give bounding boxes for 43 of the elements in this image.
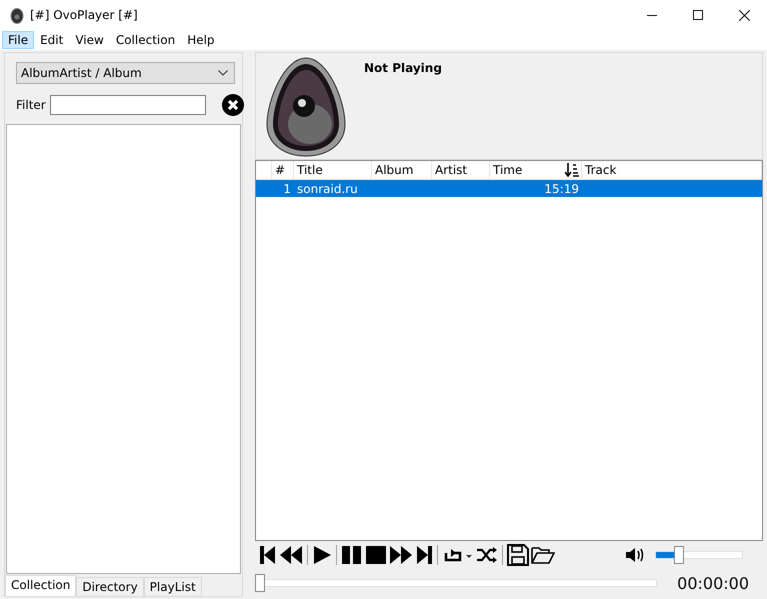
volume-slider[interactable] [655, 546, 743, 564]
now-playing-text: Not Playing [364, 61, 442, 75]
clear-icon[interactable] [222, 94, 244, 116]
track-time: 15:19 [544, 182, 579, 196]
menu-item[interactable]: File [2, 31, 34, 49]
rewind-icon[interactable] [279, 545, 303, 565]
filter-field[interactable] [50, 95, 206, 115]
sort-icon[interactable] [565, 163, 579, 177]
menu-item[interactable]: View [69, 31, 110, 49]
column-header[interactable]: Time [493, 163, 522, 177]
folder-icon[interactable] [531, 545, 555, 565]
filter-label: Filter [16, 98, 46, 112]
pause-icon[interactable] [341, 545, 363, 565]
playlist-row[interactable]: 1 sonraid.ru 15:19 [256, 180, 762, 197]
fast-forward-icon[interactable] [389, 545, 413, 565]
caret-icon [218, 70, 228, 76]
shuffle-icon[interactable] [476, 545, 498, 565]
close-icon [738, 10, 750, 20]
skip-forward-icon[interactable] [415, 545, 433, 565]
seek-slider[interactable] [255, 574, 658, 592]
tab[interactable]: Collection [5, 575, 76, 596]
play-icon[interactable] [312, 545, 332, 565]
tab[interactable]: Directory [76, 577, 144, 596]
grouping-dropdown[interactable]: AlbumArtist / Album [16, 62, 235, 84]
speaker-icon[interactable] [625, 546, 645, 564]
column-header[interactable]: Album [375, 163, 414, 177]
column-header[interactable]: Track [585, 163, 616, 177]
tab[interactable]: PlayList [144, 577, 202, 596]
egg-speaker-icon [10, 6, 24, 24]
maximize-icon [692, 10, 704, 20]
track-number: 1 [283, 182, 291, 196]
stop-icon[interactable] [365, 545, 387, 565]
save-icon[interactable] [507, 544, 529, 566]
menu-item[interactable]: Collection [110, 31, 182, 49]
skip-back-icon[interactable] [259, 545, 277, 565]
elapsed-time: 00:00:00 [677, 574, 749, 592]
window-title: [#] OvoPlayer [#] [30, 8, 138, 22]
menu-item[interactable]: Help [181, 31, 221, 49]
column-header[interactable]: # [275, 163, 286, 177]
column-header[interactable]: Artist [435, 163, 468, 177]
menu-item[interactable]: Edit [34, 31, 70, 49]
track-title: sonraid.ru [297, 182, 358, 196]
column-header[interactable]: Title [297, 163, 323, 177]
